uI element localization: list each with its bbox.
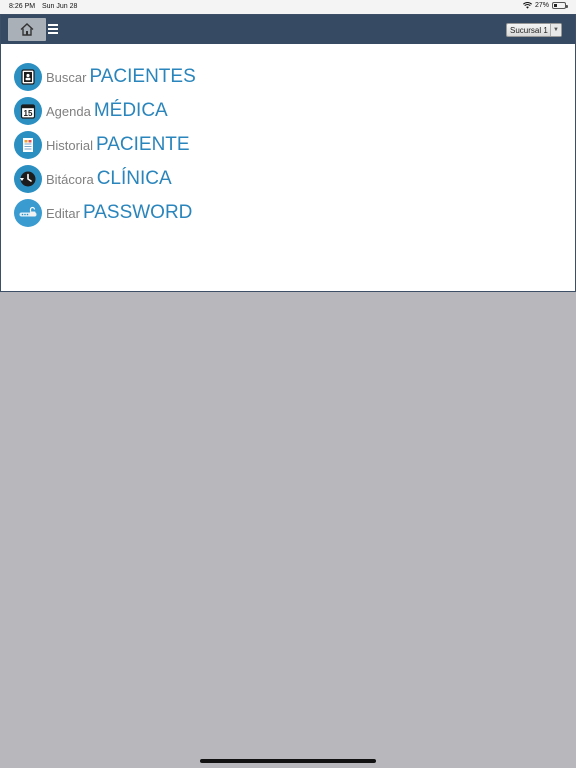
wifi-icon [523,2,532,9]
status-date: Sun Jun 28 [42,3,78,10]
home-icon [20,23,34,36]
home-indicator[interactable] [200,759,376,763]
patient-card-icon [14,63,42,91]
history-clock-icon [14,165,42,193]
battery-icon [552,2,568,9]
menu-item-small-label: Agenda [46,103,91,119]
navbar: Sucursal 1 ▼ [1,15,575,44]
lock-icon [14,199,42,227]
svg-text:15: 15 [24,109,33,118]
menu-item-buscar-pacientes[interactable]: Buscar PACIENTES [14,63,196,91]
menu-item-agenda-medica[interactable]: 15 Agenda MÉDICA [14,97,168,125]
branch-select[interactable]: Sucursal 1 ▼ [506,23,562,37]
document-icon [14,131,42,159]
battery-level [554,4,557,7]
app-window: Sucursal 1 ▼ Buscar PACIENTES 15 Agenda … [0,14,576,292]
menu-item-big-label: PACIENTE [95,134,190,155]
branch-select-value: Sucursal 1 [510,25,548,35]
battery-percent: 27% [534,2,549,9]
menu-item-historial-paciente[interactable]: Historial PACIENTE [14,131,190,159]
menu-item-big-label: MÉDICA [93,100,168,121]
menu-item-small-label: Buscar [46,69,87,85]
menu-item-bitacora-clinica[interactable]: Bitácora CLÍNICA [14,165,172,193]
chevron-down-icon: ▼ [550,24,561,36]
menu-item-small-label: Historial [46,137,93,153]
status-bar: 8:26 PM Sun Jun 28 27% [0,0,576,14]
menu-item-big-label: PASSWORD [82,202,193,223]
menu-item-big-label: PACIENTES [89,66,196,87]
menu-item-small-label: Bitácora [46,171,94,187]
calendar-icon: 15 [14,97,42,125]
menu-item-editar-password[interactable]: Editar PASSWORD [14,199,192,227]
menu-item-big-label: CLÍNICA [96,168,172,189]
menu-item-small-label: Editar [46,205,80,221]
hamburger-menu-icon[interactable] [48,24,58,34]
home-button[interactable] [8,18,46,41]
status-time: 8:26 PM [9,3,36,10]
status-indicators: 27% [523,2,568,9]
